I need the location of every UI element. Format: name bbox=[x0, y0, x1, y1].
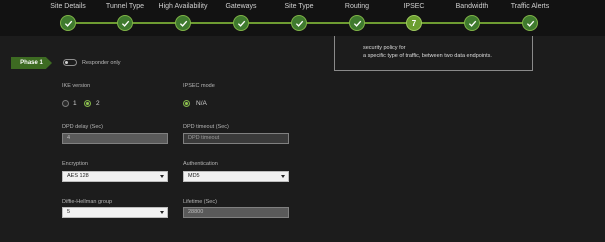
ike-version-2-text: 2 bbox=[96, 100, 100, 107]
wizard-stepper: Site Details Tunnel Type High Availabili… bbox=[0, 0, 605, 36]
step-number-badge: 7 bbox=[406, 15, 422, 31]
toggle-knob bbox=[65, 61, 68, 64]
chevron-down-icon bbox=[281, 175, 285, 178]
responder-only-label: Responder only bbox=[82, 60, 121, 66]
phase-tag: Phase 1 bbox=[11, 57, 52, 69]
ike-version-2-radio[interactable] bbox=[84, 100, 91, 107]
encryption-value: AES 128 bbox=[67, 173, 89, 179]
ike-version-label: IKE version bbox=[62, 83, 91, 89]
dpd-delay-input[interactable]: 4 bbox=[62, 133, 168, 144]
lifetime-input[interactable]: 28800 bbox=[183, 207, 289, 218]
dpd-timeout-label: DPD timeout (Sec) bbox=[183, 124, 229, 130]
encryption-select[interactable]: AES 128 bbox=[62, 171, 168, 182]
authentication-label: Authentication bbox=[183, 161, 218, 167]
info-line: a specific type of traffic, between two … bbox=[363, 53, 492, 59]
step-number: 7 bbox=[411, 18, 417, 28]
checkmark-icon bbox=[117, 15, 133, 31]
checkmark-icon bbox=[175, 15, 191, 31]
dh-group-select[interactable]: 5 bbox=[62, 207, 168, 218]
ipsec-mode-label: IPSEC mode bbox=[183, 83, 215, 89]
ipsec-mode-na-radio[interactable] bbox=[183, 100, 190, 107]
dh-group-value: 5 bbox=[67, 209, 71, 215]
ike-version-1-radio[interactable] bbox=[62, 100, 69, 107]
checkmark-icon bbox=[522, 15, 538, 31]
step-label: Traffic Alerts bbox=[510, 3, 550, 10]
checkmark-icon bbox=[233, 15, 249, 31]
checkmark-icon bbox=[349, 15, 365, 31]
step-traffic-alerts[interactable]: Traffic Alerts bbox=[495, 0, 565, 31]
info-tooltip: security policy for a specific type of t… bbox=[334, 36, 533, 71]
chevron-down-icon bbox=[160, 211, 164, 214]
dpd-delay-label: DPD delay (Sec) bbox=[62, 124, 103, 130]
lifetime-label: Lifetime (Sec) bbox=[183, 199, 217, 205]
authentication-select[interactable]: MD5 bbox=[183, 171, 289, 182]
responder-only-toggle[interactable] bbox=[63, 59, 77, 66]
chevron-down-icon bbox=[160, 175, 164, 178]
authentication-value: MD5 bbox=[188, 173, 200, 179]
encryption-label: Encryption bbox=[62, 161, 88, 167]
ipsec-mode-na-text: N/A bbox=[196, 100, 207, 107]
ike-version-1-text: 1 bbox=[73, 100, 77, 107]
dh-group-label: Diffie-Hellman group bbox=[62, 199, 113, 205]
checkmark-icon bbox=[464, 15, 480, 31]
checkmark-icon bbox=[60, 15, 76, 31]
dpd-timeout-input[interactable]: DPD timeout bbox=[183, 133, 289, 144]
info-line: security policy for bbox=[363, 45, 406, 51]
checkmark-icon bbox=[291, 15, 307, 31]
